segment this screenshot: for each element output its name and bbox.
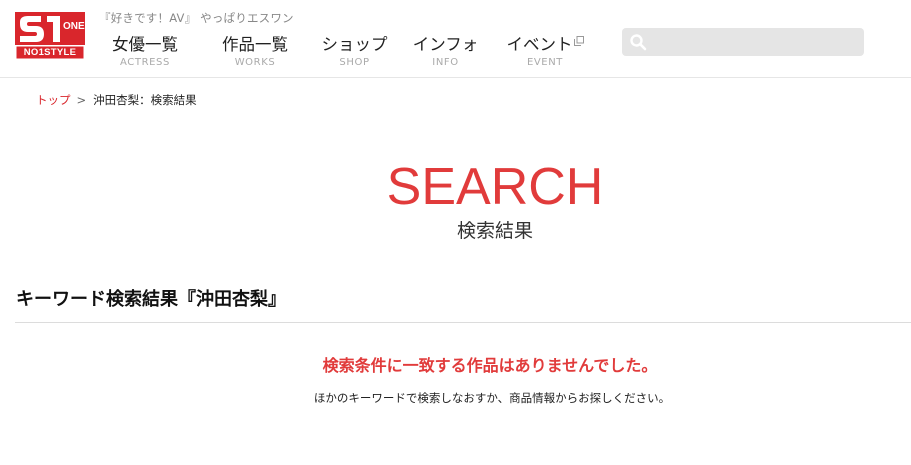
nav-item-works[interactable]: 作品一覧 WORKS	[208, 34, 302, 69]
breadcrumb-home-link[interactable]: トップ	[36, 93, 71, 107]
nav-item-shop-sublabel: SHOP	[339, 57, 370, 68]
search-box	[622, 28, 864, 56]
logo-bottom-text: NO1STYLE	[23, 47, 77, 58]
search-icon[interactable]	[629, 33, 647, 51]
results-divider	[15, 322, 911, 323]
breadcrumb-current: 沖田杏梨：検索結果	[93, 93, 197, 107]
nav-item-info-label: インフォ	[412, 35, 479, 54]
page-subtitle: 検索結果	[456, 220, 533, 242]
no-results-hint: ほかのキーワードで検索しなおすか、商品情報からお探しください。	[313, 391, 671, 405]
nav-item-info[interactable]: インフォ INFO	[408, 34, 483, 69]
page-title: SEARCH	[386, 158, 604, 216]
results-heading: キーワード検索結果『沖田杏梨』	[16, 289, 286, 310]
no-results-message: 検索条件に一致する作品はありませんでした。	[322, 356, 658, 375]
nav-item-info-sublabel: INFO	[432, 57, 459, 68]
nav-item-works-sublabel: WORKS	[234, 57, 276, 68]
nav-item-shop-label: ショップ	[321, 35, 388, 54]
nav-item-event[interactable]: イベント EVENT	[498, 34, 592, 69]
nav-item-shop[interactable]: ショップ SHOP	[317, 34, 392, 69]
site-tagline: 『好きです！AV』 やっぱりエスワン	[99, 11, 294, 25]
nav-item-event-sublabel: EVENT	[526, 57, 564, 68]
site-header: ONE NO1STYLE 『好きです！AV』 やっぱりエスワン 女優一覧 ACT…	[0, 0, 911, 78]
nav-item-event-label: イベント	[506, 35, 573, 54]
breadcrumb: トップ > 沖田杏梨：検索結果	[36, 92, 197, 108]
nav-item-event-label-wrap: イベント	[498, 34, 592, 56]
nav-item-actress-label: 女優一覧	[112, 35, 178, 54]
nav-item-works-label: 作品一覧	[222, 35, 288, 54]
s1-logo[interactable]: ONE NO1STYLE	[15, 12, 85, 60]
breadcrumb-separator: >	[76, 93, 87, 107]
nav-item-actress-sublabel: ACTRESS	[120, 57, 170, 68]
external-link-icon	[573, 36, 584, 46]
svg-text:ONE: ONE	[63, 21, 85, 32]
nav-item-actress[interactable]: 女優一覧 ACTRESS	[98, 34, 192, 69]
search-input[interactable]	[652, 30, 861, 56]
